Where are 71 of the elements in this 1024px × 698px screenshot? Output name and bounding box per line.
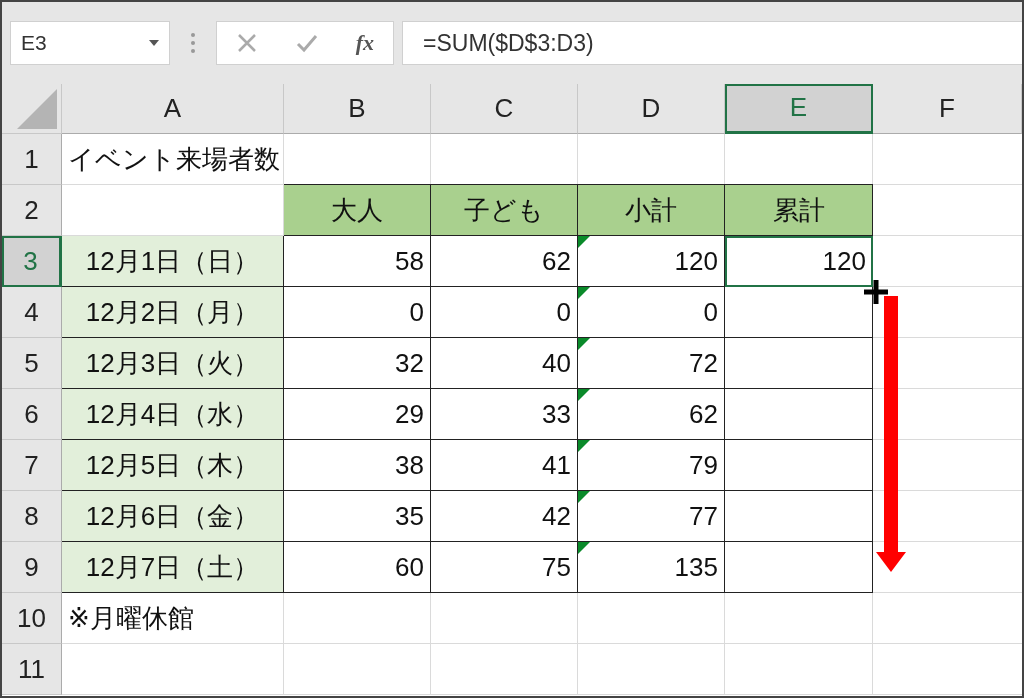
column-header[interactable]: F [873, 84, 1022, 134]
cell[interactable]: 135 [578, 542, 725, 593]
cell[interactable]: 120 [725, 236, 873, 287]
row-header[interactable]: 1 [2, 134, 62, 185]
cell[interactable]: 12月6日（金） [62, 491, 284, 542]
insert-function-button[interactable]: fx [355, 30, 375, 56]
row-header[interactable]: 4 [2, 287, 62, 338]
dots-icon [190, 32, 196, 54]
cell[interactable]: 42 [431, 491, 578, 542]
empty-cell[interactable] [725, 389, 873, 440]
cell[interactable]: 12月3日（火） [62, 338, 284, 389]
name-box[interactable]: E3 [10, 21, 170, 65]
row-header[interactable]: 6 [2, 389, 62, 440]
row-header[interactable]: 3 [2, 236, 62, 287]
cell[interactable]: 29 [284, 389, 431, 440]
error-indicator-icon [578, 389, 590, 401]
cell[interactable]: 大人 [284, 185, 431, 236]
empty-cell[interactable] [725, 491, 873, 542]
cell[interactable]: 0 [284, 287, 431, 338]
cell[interactable]: 35 [284, 491, 431, 542]
row-header[interactable]: 11 [2, 644, 62, 695]
formula-field[interactable]: =SUM($D$3:D3) [402, 21, 1022, 65]
empty-cell[interactable] [725, 542, 873, 593]
cell[interactable]: 小計 [578, 185, 725, 236]
cell[interactable]: 12月4日（水） [62, 389, 284, 440]
empty-cell[interactable] [725, 338, 873, 389]
cell[interactable]: 子ども [431, 185, 578, 236]
empty-cell[interactable] [725, 440, 873, 491]
cell[interactable]: 75 [431, 542, 578, 593]
cell[interactable]: 32 [284, 338, 431, 389]
check-icon[interactable] [295, 32, 318, 54]
cell[interactable]: 0 [578, 287, 725, 338]
row-header[interactable]: 2 [2, 185, 62, 236]
cell[interactable]: 62 [578, 389, 725, 440]
cell[interactable]: 41 [431, 440, 578, 491]
cell[interactable]: ※月曜休館 [62, 593, 284, 644]
caret-icon[interactable] [149, 40, 159, 46]
column-header[interactable]: B [284, 84, 431, 134]
cell[interactable]: 12月1日（日） [62, 236, 284, 287]
cell[interactable]: 0 [431, 287, 578, 338]
column-header[interactable]: D [578, 84, 725, 134]
cell[interactable]: 33 [431, 389, 578, 440]
crosshair-cursor-icon [862, 278, 890, 306]
cell[interactable]: 12月7日（土） [62, 542, 284, 593]
row-header[interactable]: 7 [2, 440, 62, 491]
cell[interactable]: 72 [578, 338, 725, 389]
empty-cell[interactable] [725, 287, 873, 338]
cell[interactable]: 38 [284, 440, 431, 491]
cell[interactable]: 12月5日（木） [62, 440, 284, 491]
cell[interactable]: 60 [284, 542, 431, 593]
cell[interactable]: 58 [284, 236, 431, 287]
column-header[interactable]: C [431, 84, 578, 134]
cell[interactable]: 120 [578, 236, 725, 287]
row-header[interactable]: 5 [2, 338, 62, 389]
error-indicator-icon [578, 338, 590, 350]
error-indicator-icon [578, 542, 590, 554]
cell[interactable]: 累計 [725, 185, 873, 236]
row-header[interactable]: 8 [2, 491, 62, 542]
cell[interactable]: 77 [578, 491, 725, 542]
row-header[interactable]: 10 [2, 593, 62, 644]
cell[interactable]: 12月2日（月） [62, 287, 284, 338]
error-indicator-icon [578, 287, 590, 299]
column-header[interactable]: A [62, 84, 284, 134]
cell[interactable]: 62 [431, 236, 578, 287]
cell[interactable]: 79 [578, 440, 725, 491]
row-header[interactable]: 9 [2, 542, 62, 593]
cell[interactable]: 40 [431, 338, 578, 389]
cell[interactable]: イベント来場者数 [62, 134, 284, 185]
error-indicator-icon [578, 491, 590, 503]
column-header[interactable]: E [725, 84, 873, 134]
error-indicator-icon [578, 440, 590, 452]
